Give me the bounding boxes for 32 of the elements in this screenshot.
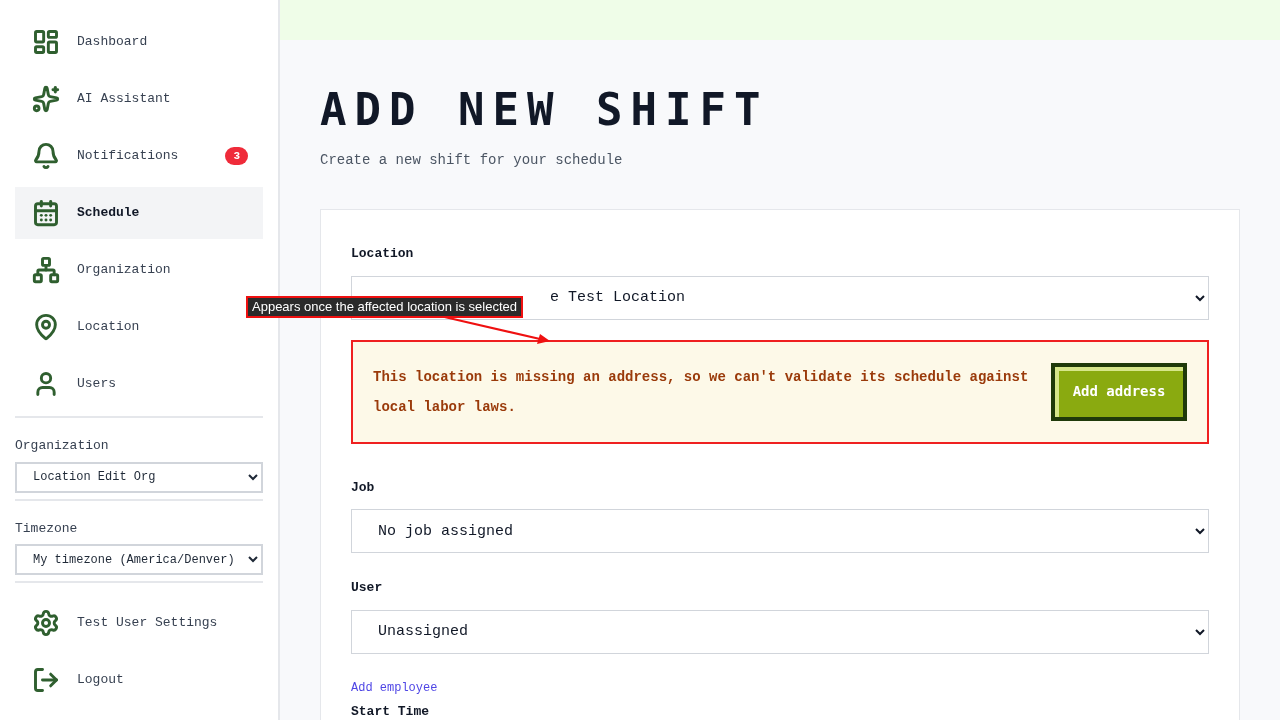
map-pin-icon (32, 313, 60, 341)
sidebar-item[interactable]: Users (15, 358, 263, 410)
bell-icon (32, 142, 60, 170)
page-title: ADD NEW SHIFT (320, 86, 770, 134)
sidebar-item[interactable]: Schedule (15, 187, 263, 239)
sidebar-item[interactable]: Notifications 3 (15, 130, 263, 182)
page-subtitle: Create a new shift for your schedule (320, 151, 624, 170)
warning-message: This location is missing an address, so we can't validate its schedule against local labor laws. (373, 367, 1030, 417)
sparkle-icon (32, 85, 60, 113)
field-label: Job (351, 478, 376, 497)
notification-badge: 3 (225, 146, 248, 166)
field-label: Start Time (351, 702, 430, 720)
sidebar-item[interactable]: Dashboard (15, 16, 263, 68)
field-label: Organization (15, 437, 110, 455)
calendar-icon (32, 199, 60, 227)
field-label: Timezone (15, 519, 79, 538)
sidebar-item[interactable]: Test User Settings (15, 597, 263, 649)
sidebar-item[interactable]: Organization (15, 244, 263, 296)
org-chart-icon (32, 256, 60, 284)
sidebar-item[interactable]: Logout (15, 654, 263, 706)
dashboard-icon (32, 28, 60, 56)
add-employee-link[interactable]: Add employee (351, 680, 438, 695)
field-label: Location (351, 245, 415, 263)
select-field[interactable]: Location Edit Org (15, 461, 263, 493)
sidebar-item[interactable]: AI Assistant (15, 73, 263, 125)
field-label: User (351, 579, 384, 597)
select-field[interactable]: My timezone (America/Denver) (15, 544, 263, 575)
settings-icon (32, 609, 60, 637)
select-field[interactable]: Unassigned (351, 609, 1209, 654)
annotation-callout: Appears once the affected location is selected (246, 296, 523, 318)
logout-icon (32, 666, 60, 694)
select-field[interactable]: No job assigned (351, 509, 1209, 553)
